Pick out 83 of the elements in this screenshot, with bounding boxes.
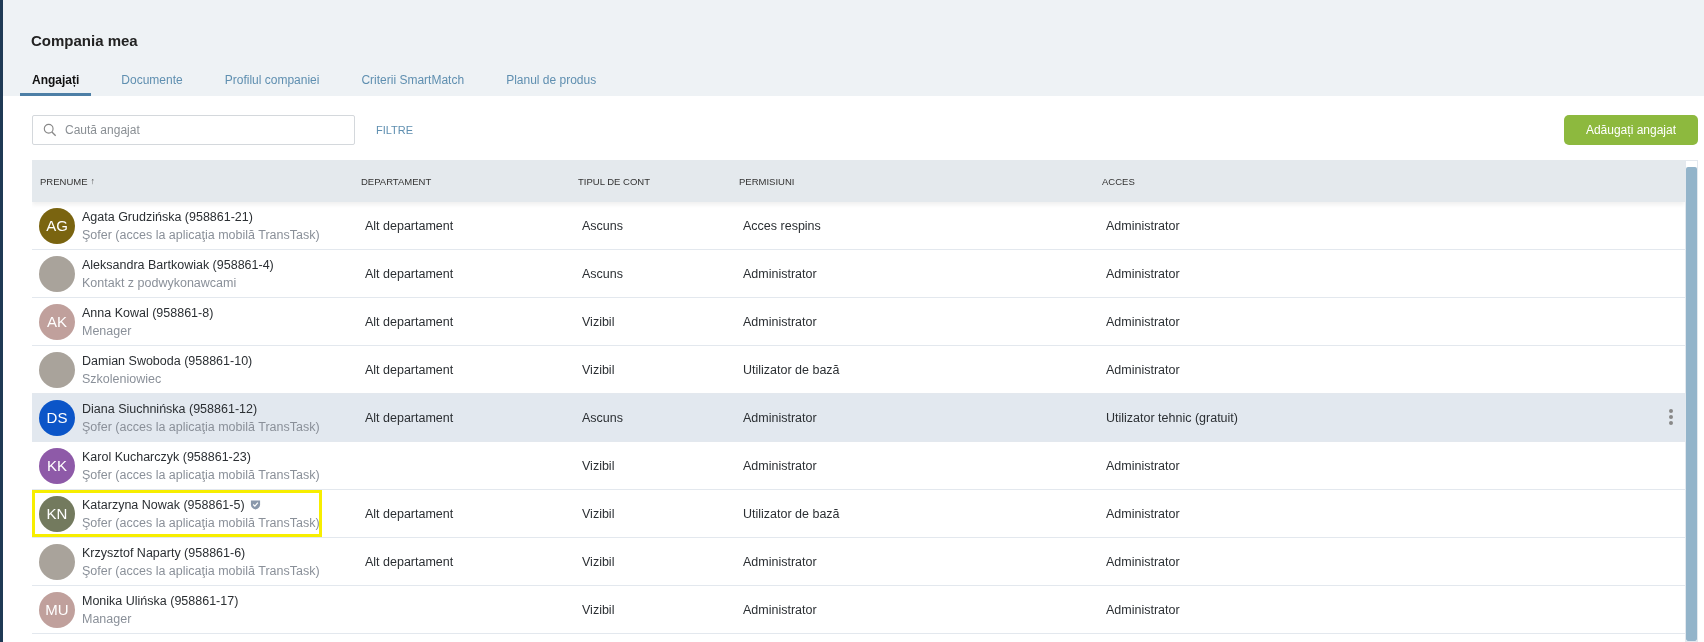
table-cell: Vizibil <box>582 506 615 521</box>
employee-role: Menager <box>82 322 133 340</box>
tab[interactable]: Angajați <box>20 73 92 96</box>
search-field[interactable]: Caută angajat <box>32 115 355 145</box>
filters-link[interactable]: FILTRE <box>376 124 414 136</box>
table-row[interactable]: DS Diana Siuchnińska (958861-12) Şofer (acces la aplicaţia mobilă TransTask) Alt departament Ascuns Administrator Utilizator tehnic (gratuit) <box>32 394 1685 442</box>
table-row[interactable]: KK Karol Kucharczyk (958861-23) Şofer (acces la aplicaţia mobilă TransTask) Vizibil Administrator Administrator <box>32 442 1685 490</box>
table-cell: Utilizator tehnic (gratuit) <box>1106 410 1238 425</box>
employee-role: Manager <box>82 610 133 628</box>
table-cell: Alt departament <box>365 554 454 569</box>
scrollbar-thumb[interactable] <box>1686 167 1697 641</box>
table-cell: Administrator <box>1106 602 1180 617</box>
photo-placeholder <box>39 351 75 388</box>
table-cell: Administrator <box>1106 554 1180 569</box>
employee-role: Kontakt z podwykonawcami <box>82 274 238 292</box>
column-header[interactable]: TIPUL DE CONT <box>578 175 650 187</box>
employee-role: Şofer (acces la aplicaţia mobilă TransTask) <box>82 418 320 436</box>
employee-name[interactable]: Katarzyna Nowak (958861-5) <box>82 495 245 514</box>
table-cell: Administrator <box>743 314 817 329</box>
table-cell: Utilizator de bază <box>743 362 840 377</box>
table-row[interactable]: AK Anna Kowal (958861-8) Menager Alt departament Vizibil Administrator Administrator <box>32 298 1685 346</box>
table-cell: Administrator <box>743 266 817 281</box>
employee-name[interactable]: Anna Kowal (958861-8) <box>82 303 214 322</box>
employee-role: Şofer (acces la aplicaţia mobilă TransTask) <box>82 562 320 580</box>
avatar: AK <box>39 303 75 340</box>
table-cell: Administrator <box>743 458 817 473</box>
photo-placeholder <box>39 543 75 580</box>
table-cell: Alt departament <box>365 266 454 281</box>
table-row[interactable]: KN Katarzyna Nowak (958861-5) Şofer (acces la aplicaţia mobilă TransTask) Alt departament Vizibil Utilizator de bază Administrator <box>32 490 1685 538</box>
table-row[interactable]: AG Agata Grudzińska (958861-21) Şofer (acces la aplicaţia mobilă TransTask) Alt departament Ascuns Acces respins Administrator <box>32 202 1685 250</box>
table-cell: Administrator <box>1106 218 1180 233</box>
employee-name[interactable]: Aleksandra Bartkowiak (958861-4) <box>82 255 274 274</box>
scrollbar[interactable] <box>1685 160 1698 642</box>
column-header[interactable]: ACCES <box>1102 175 1135 187</box>
employee-name[interactable]: Krzysztof Naparty (958861-6) <box>82 543 246 562</box>
table-cell: Administrator <box>1106 458 1180 473</box>
table-cell: Administrator <box>743 602 817 617</box>
table-cell: Ascuns <box>582 410 623 425</box>
table-cell: Alt departament <box>365 314 454 329</box>
employee-name[interactable]: Karol Kucharczyk (958861-23) <box>82 447 251 466</box>
table-cell: Alt departament <box>365 362 454 377</box>
table-row[interactable]: MU Monika Ulińska (958861-17) Manager Vizibil Administrator Administrator <box>32 586 1685 634</box>
table-cell: Acces respins <box>743 218 821 233</box>
table-cell: Administrator <box>1106 266 1180 281</box>
avatar: KK <box>39 447 75 484</box>
avatar: KN <box>39 495 75 532</box>
employee-role: Şofer (acces la aplicaţia mobilă TransTask) <box>82 226 320 244</box>
table-row[interactable]: Aleksandra Bartkowiak (958861-4) Kontakt z podwykonawcami Alt departament Ascuns Administrator Administrator <box>32 250 1685 298</box>
photo-placeholder <box>39 255 75 292</box>
employee-role: Şofer (acces la aplicaţia mobilă TransTask) <box>82 466 320 484</box>
table-cell: Administrator <box>743 554 817 569</box>
page-title: Compania mea <box>31 31 139 51</box>
employee-role: Szkoleniowiec <box>82 370 163 388</box>
table-cell: Vizibil <box>582 554 615 569</box>
employee-name[interactable]: Monika Ulińska (958861-17) <box>82 591 239 610</box>
table-cell: Vizibil <box>582 458 615 473</box>
avatar: MU <box>39 591 75 628</box>
table-cell: Alt departament <box>365 506 454 521</box>
sort-arrow[interactable]: ↑ <box>90 176 95 186</box>
table-cell: Utilizator de bază <box>743 506 840 521</box>
table-cell: Vizibil <box>582 314 615 329</box>
avatar: DS <box>39 399 75 436</box>
table-cell: Administrator <box>1106 362 1180 377</box>
employee-name[interactable]: Damian Swoboda (958861-10) <box>82 351 253 370</box>
column-header[interactable]: DEPARTAMENT <box>361 175 432 187</box>
table-cell: Vizibil <box>582 362 615 377</box>
employee-role: Şofer (acces la aplicaţia mobilă TransTask) <box>82 514 320 532</box>
table-cell: Ascuns <box>582 266 623 281</box>
table-cell: Administrator <box>743 410 817 425</box>
table-cell: Administrator <box>1106 506 1180 521</box>
table-cell: Ascuns <box>582 218 623 233</box>
table-row[interactable]: Krzysztof Naparty (958861-6) Şofer (acces la aplicaţia mobilă TransTask) Alt departament Vizibil Administrator Administrator <box>32 538 1685 586</box>
table-cell: Vizibil <box>582 602 615 617</box>
employee-name[interactable]: Agata Grudzińska (958861-21) <box>82 207 253 226</box>
table-cell: Alt departament <box>365 218 454 233</box>
table-cell: Administrator <box>1106 314 1180 329</box>
column-header[interactable]: PERMISIUNI <box>739 175 795 187</box>
avatar: AG <box>39 207 75 244</box>
table-cell: Alt departament <box>365 410 454 425</box>
more-options-icon[interactable] <box>1669 409 1673 425</box>
column-header[interactable]: PRENUME <box>40 175 88 187</box>
employee-name[interactable]: Diana Siuchnińska (958861-12) <box>82 399 258 418</box>
search-icon <box>43 123 57 137</box>
